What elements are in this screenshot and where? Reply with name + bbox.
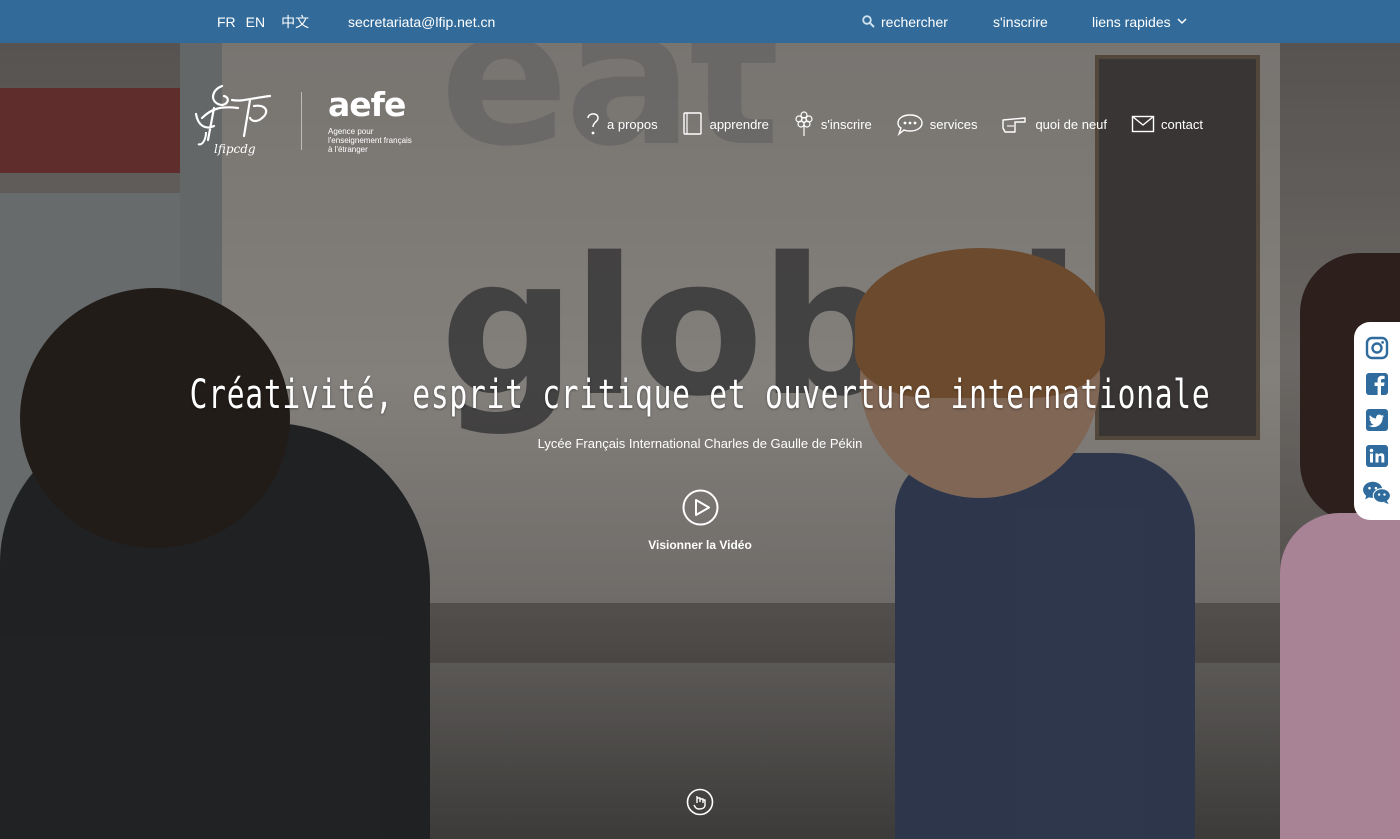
play-video-label[interactable]: Visionner la Vidéo (0, 538, 1400, 552)
nav-item-a-propos[interactable]: a propos (585, 111, 658, 137)
nav-label: contact (1161, 116, 1203, 132)
email-link[interactable]: secretariata@lfip.net.cn (348, 0, 495, 43)
nav-item-contact[interactable]: contact (1131, 114, 1203, 134)
wechat-icon[interactable] (1362, 480, 1392, 506)
language-switcher: FR EN 中文 (217, 0, 309, 43)
lang-fr[interactable]: FR (217, 14, 236, 30)
pointing-hand-icon (1002, 117, 1027, 133)
search-button[interactable]: rechercher (862, 0, 948, 43)
quick-links-dropdown[interactable]: liens rapides (1092, 0, 1187, 43)
aefe-subtitle: Agence pour l'enseignement français à l'… (328, 127, 412, 154)
nav-label: s'inscrire (820, 116, 872, 132)
scroll-hand-icon (686, 788, 714, 816)
lang-zh[interactable]: 中文 (281, 12, 309, 32)
hero-headline: Créativité, esprit critique et ouverture… (189, 372, 1211, 418)
book-icon (682, 112, 702, 135)
instagram-icon[interactable] (1365, 336, 1389, 360)
quick-links-label: liens rapides (1092, 13, 1171, 30)
search-label: rechercher (881, 13, 948, 30)
nav-label: a propos (607, 116, 658, 132)
register-link[interactable]: s'inscrire (993, 0, 1048, 43)
facebook-icon[interactable] (1365, 372, 1389, 396)
nav-item-apprendre[interactable]: apprendre (682, 111, 769, 137)
main-nav: a propos apprendre s'inscrire services q… (585, 110, 1227, 138)
envelope-icon (1131, 115, 1155, 133)
linkedin-icon[interactable] (1365, 444, 1389, 468)
logo-divider (301, 92, 302, 150)
play-video-button[interactable] (682, 489, 719, 526)
nav-item-services[interactable]: services (896, 112, 978, 136)
nav-label: services (929, 116, 978, 132)
nav-label: apprendre (709, 116, 769, 132)
search-icon (862, 15, 875, 28)
aefe-name: aefe (328, 85, 406, 124)
social-sidebar (1354, 322, 1400, 520)
play-icon (682, 489, 719, 526)
question-icon (587, 113, 599, 135)
top-bar: FR EN 中文 secretariata@lfip.net.cn recher… (0, 0, 1400, 43)
twitter-icon[interactable] (1365, 408, 1389, 432)
scroll-down-button[interactable] (686, 788, 714, 816)
school-logo-text: lfipcdg (214, 142, 256, 156)
nav-item-sinscrire[interactable]: s'inscrire (793, 111, 872, 137)
chat-bubble-icon (897, 114, 923, 136)
lang-en[interactable]: EN (246, 14, 265, 30)
flower-icon (795, 111, 813, 136)
hero-subtitle: Lycée Français International Charles de … (537, 436, 863, 451)
nav-label: quoi de neuf (1035, 116, 1108, 132)
aefe-logo[interactable]: aefe Agence pour l'enseignement français… (328, 88, 418, 154)
nav-item-quoi-de-neuf[interactable]: quoi de neuf (1001, 112, 1107, 136)
chevron-down-icon (1177, 18, 1187, 25)
school-logo[interactable]: lfipcdg (192, 78, 282, 163)
